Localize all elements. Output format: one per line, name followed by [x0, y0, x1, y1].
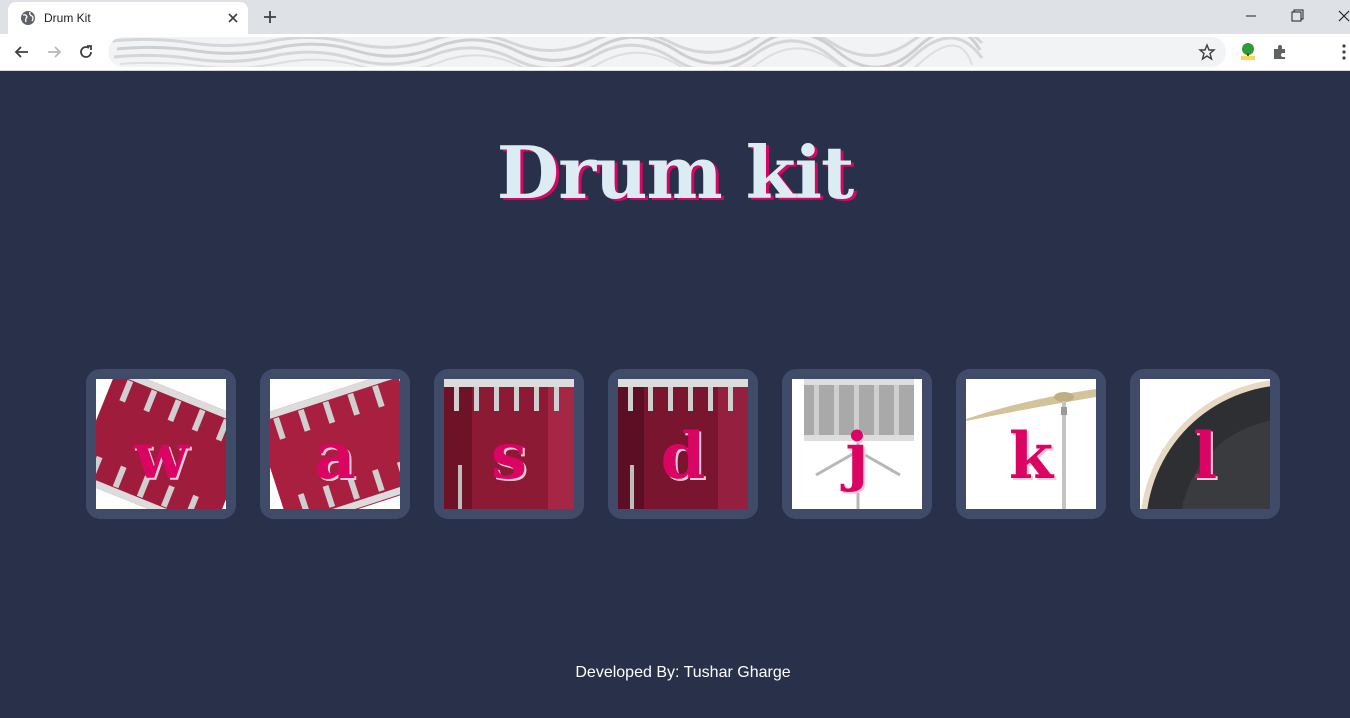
close-tab-icon[interactable]	[224, 9, 242, 27]
drum-key-label: j	[845, 419, 869, 494]
extensions-puzzle-icon[interactable]	[1270, 42, 1290, 62]
drum-button-l[interactable]: l	[1130, 369, 1280, 519]
forward-arrow-icon[interactable]	[44, 42, 64, 62]
browser-tab[interactable]: Drum Kit	[8, 2, 248, 34]
drum-image: j	[792, 379, 922, 509]
minimize-icon[interactable]	[1240, 6, 1262, 26]
drum-image: k	[966, 379, 1096, 509]
drum-key-label: l	[1192, 419, 1218, 494]
drum-image: d	[618, 379, 748, 509]
tree-extension-icon[interactable]	[1238, 42, 1258, 62]
drum-button-w[interactable]: w	[86, 369, 236, 519]
drum-button-k[interactable]: k	[956, 369, 1106, 519]
footer-credit: Developed By: Tushar Gharge	[575, 664, 791, 681]
bookmark-star-icon[interactable]	[1198, 43, 1216, 61]
drum-image: l	[1140, 379, 1270, 509]
drum-image: a	[270, 379, 400, 509]
drum-key-label: s	[490, 419, 528, 494]
drum-image: s	[444, 379, 574, 509]
tab-strip: Drum Kit	[0, 0, 1350, 34]
globe-icon	[21, 11, 35, 25]
drum-key-label: w	[133, 419, 189, 494]
new-tab-icon[interactable]	[260, 7, 280, 27]
browser-toolbar	[0, 34, 1350, 71]
back-arrow-icon[interactable]	[12, 42, 32, 62]
redacted-url-scribble-icon	[112, 37, 984, 67]
drum-kit-page: Drum kit w a s d j k l Developed By: Tus…	[0, 71, 1350, 718]
drum-button-j[interactable]: j	[782, 369, 932, 519]
drum-key-label: d	[660, 419, 706, 494]
drum-button-a[interactable]: a	[260, 369, 410, 519]
drum-key-label: k	[1008, 419, 1054, 494]
address-bar[interactable]	[108, 37, 1226, 67]
drum-button-s[interactable]: s	[434, 369, 584, 519]
browser-menu-icon[interactable]	[1334, 42, 1350, 62]
restore-icon[interactable]	[1286, 6, 1308, 26]
close-window-icon[interactable]	[1333, 6, 1350, 26]
reload-icon[interactable]	[76, 42, 96, 62]
drum-button-d[interactable]: d	[608, 369, 758, 519]
drum-image: w	[96, 379, 226, 509]
tab-title: Drum Kit	[44, 11, 91, 25]
drum-key-label: a	[314, 419, 356, 494]
page-title: Drum kit	[496, 130, 854, 215]
